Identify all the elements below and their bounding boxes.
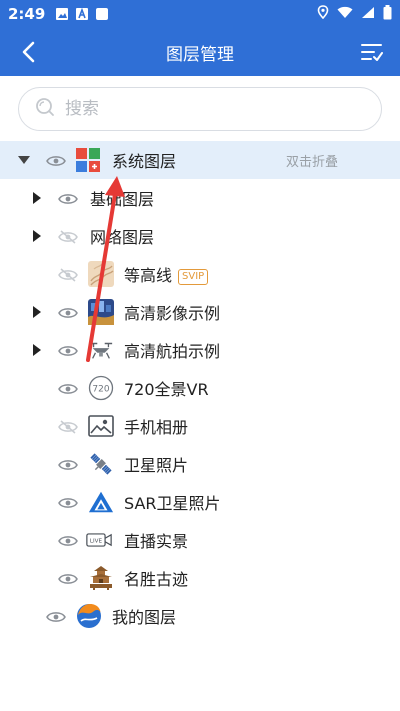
tree-row-contour[interactable]: 等高线 SVIP [0,255,400,293]
location-icon [317,5,329,23]
app-notification-icon [75,7,89,21]
status-bar: 2:49 [0,0,400,28]
pagoda-icon [88,565,114,591]
svg-text:720: 720 [92,385,109,395]
caret-right-icon[interactable] [31,192,43,204]
tree-row-my-layers[interactable]: 我的图层 [0,597,400,635]
tree-label: 基础图层 [90,190,155,209]
contour-label: 等高线 [124,266,173,285]
caret-right-icon[interactable] [31,344,43,356]
signal-icon [361,5,375,23]
visibility-eye-icon[interactable] [58,343,78,357]
tree-label: 等高线 SVIP [124,262,209,286]
search-box[interactable] [18,87,382,131]
visibility-eye-icon[interactable] [58,495,78,509]
photo-album-icon [88,413,114,439]
tree-row-720-vr[interactable]: 720 720全景VR [0,369,400,407]
visibility-eye-icon[interactable] [58,191,78,205]
wifi-icon [337,5,353,23]
tree-label: 直播实景 [124,532,189,551]
my-layers-globe-icon [76,603,102,629]
tree-row-live-view[interactable]: LIVE 直播实景 [0,521,400,559]
live-camera-icon: LIVE [86,527,112,553]
tree-label: 系统图层 [112,152,177,171]
satellite-icon [88,451,114,477]
visibility-eye-icon[interactable] [58,381,78,395]
tree-label: 高清航拍示例 [124,342,221,361]
visibility-eye-icon[interactable] [46,153,66,167]
tree-row-aerial-photo[interactable]: 高清航拍示例 [0,331,400,369]
layer-list-menu-button[interactable] [344,28,400,76]
tree-row-sar-satellite[interactable]: SAR卫星照片 [0,483,400,521]
caret-right-icon[interactable] [31,306,43,318]
visibility-eye-icon[interactable] [58,533,78,547]
hd-imagery-thumbnail-icon [88,299,114,325]
battery-icon [383,4,392,24]
tree-row-basic-layers[interactable]: 基础图层 [0,179,400,217]
tree-label: 名胜古迹 [124,570,189,589]
tree-label: 网络图层 [90,228,155,247]
tree-label: SAR卫星照片 [124,494,221,513]
svg-text:LIVE: LIVE [90,539,103,545]
visibility-hidden-icon[interactable] [58,267,78,282]
square-notification-icon [95,7,109,21]
back-button[interactable] [0,28,56,76]
visibility-eye-icon[interactable] [46,609,66,623]
tree-row-hd-imagery[interactable]: 高清影像示例 [0,293,400,331]
tree-label: 手机相册 [124,418,189,437]
sar-triangle-icon [88,489,114,515]
tree-label: 卫星照片 [124,456,189,475]
image-notification-icon [55,7,69,21]
visibility-eye-icon[interactable] [58,457,78,471]
system-layers-icon [75,147,101,173]
caret-right-icon[interactable] [31,230,43,242]
collapse-hint: 双击折叠 [285,154,338,170]
list-check-icon [361,44,383,61]
search-icon [35,97,55,121]
tree-row-heritage[interactable]: 名胜古迹 [0,559,400,597]
tree-row-network-layers[interactable]: 网络图层 [0,217,400,255]
svip-badge: SVIP [178,269,209,285]
visibility-hidden-icon[interactable] [58,419,78,434]
layer-tree: 系统图层 双击折叠 基础图层 网络图层 等高线 SVIP 高清影像示例 高清航拍… [0,141,400,635]
tree-label: 720全景VR [124,380,209,399]
status-time: 2:49 [8,5,46,23]
page-title: 图层管理 [166,44,234,65]
visibility-eye-icon[interactable] [58,571,78,585]
drone-icon [88,337,114,363]
caret-down-icon[interactable] [18,154,30,166]
back-arrow-icon [22,41,35,63]
tree-row-system-layers[interactable]: 系统图层 双击折叠 [0,141,400,179]
tree-row-satellite-photo[interactable]: 卫星照片 [0,445,400,483]
visibility-eye-icon[interactable] [58,305,78,319]
tree-label: 高清影像示例 [124,304,221,323]
contour-thumbnail-icon [88,261,114,287]
tree-label: 我的图层 [112,608,177,627]
app-bar: 图层管理 [0,28,400,76]
panorama-720-icon: 720 [88,375,114,401]
search-input[interactable] [65,99,345,119]
visibility-hidden-icon[interactable] [58,229,78,244]
tree-row-phone-album[interactable]: 手机相册 [0,407,400,445]
